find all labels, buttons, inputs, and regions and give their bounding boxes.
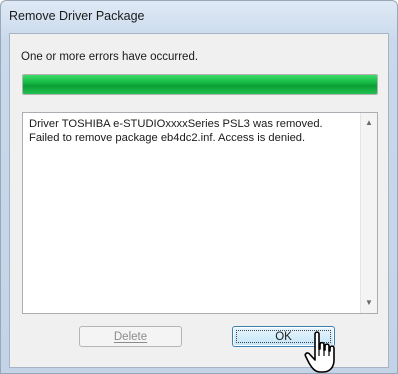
dialog-client-area: One or more errors have occurred. Driver… bbox=[9, 33, 389, 368]
progress-bar bbox=[22, 74, 378, 95]
log-textbox[interactable]: Driver TOSHIBA e-STUDIOxxxxSeries PSL3 w… bbox=[22, 112, 378, 314]
hand-pointer-icon bbox=[304, 331, 335, 373]
ok-button-label: OK bbox=[275, 331, 292, 343]
scroll-up-arrow-icon[interactable]: ▲ bbox=[361, 115, 377, 131]
scroll-down-arrow-icon[interactable]: ▼ bbox=[361, 295, 377, 311]
delete-button-label: Delete bbox=[113, 331, 148, 343]
window-title: Remove Driver Package bbox=[9, 9, 145, 23]
progress-bar-fill bbox=[23, 75, 377, 94]
status-message: One or more errors have occurred. bbox=[21, 51, 199, 63]
remove-driver-package-dialog: Remove Driver Package One or more errors… bbox=[0, 0, 398, 374]
delete-button[interactable]: Delete bbox=[79, 326, 182, 347]
log-scrollbar[interactable]: ▲ ▼ bbox=[360, 113, 377, 313]
log-text: Driver TOSHIBA e-STUDIOxxxxSeries PSL3 w… bbox=[29, 118, 323, 144]
